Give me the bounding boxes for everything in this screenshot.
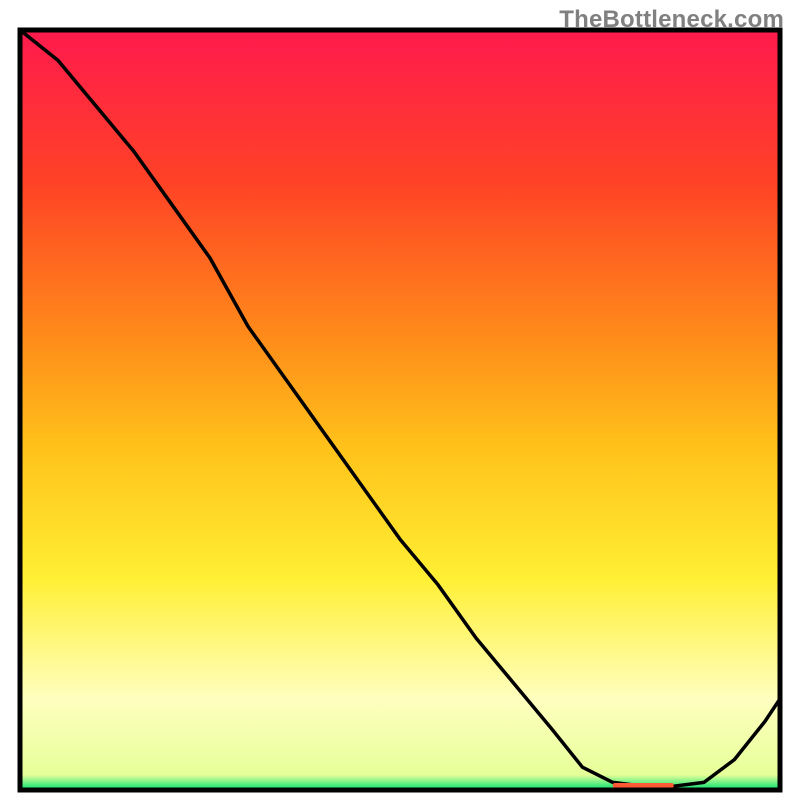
chart-stage: TheBottleneck.com (0, 0, 800, 800)
plot-background (20, 30, 780, 790)
optimal-marker (613, 783, 674, 788)
bottleneck-chart (0, 0, 800, 800)
watermark-text: TheBottleneck.com (559, 6, 784, 34)
